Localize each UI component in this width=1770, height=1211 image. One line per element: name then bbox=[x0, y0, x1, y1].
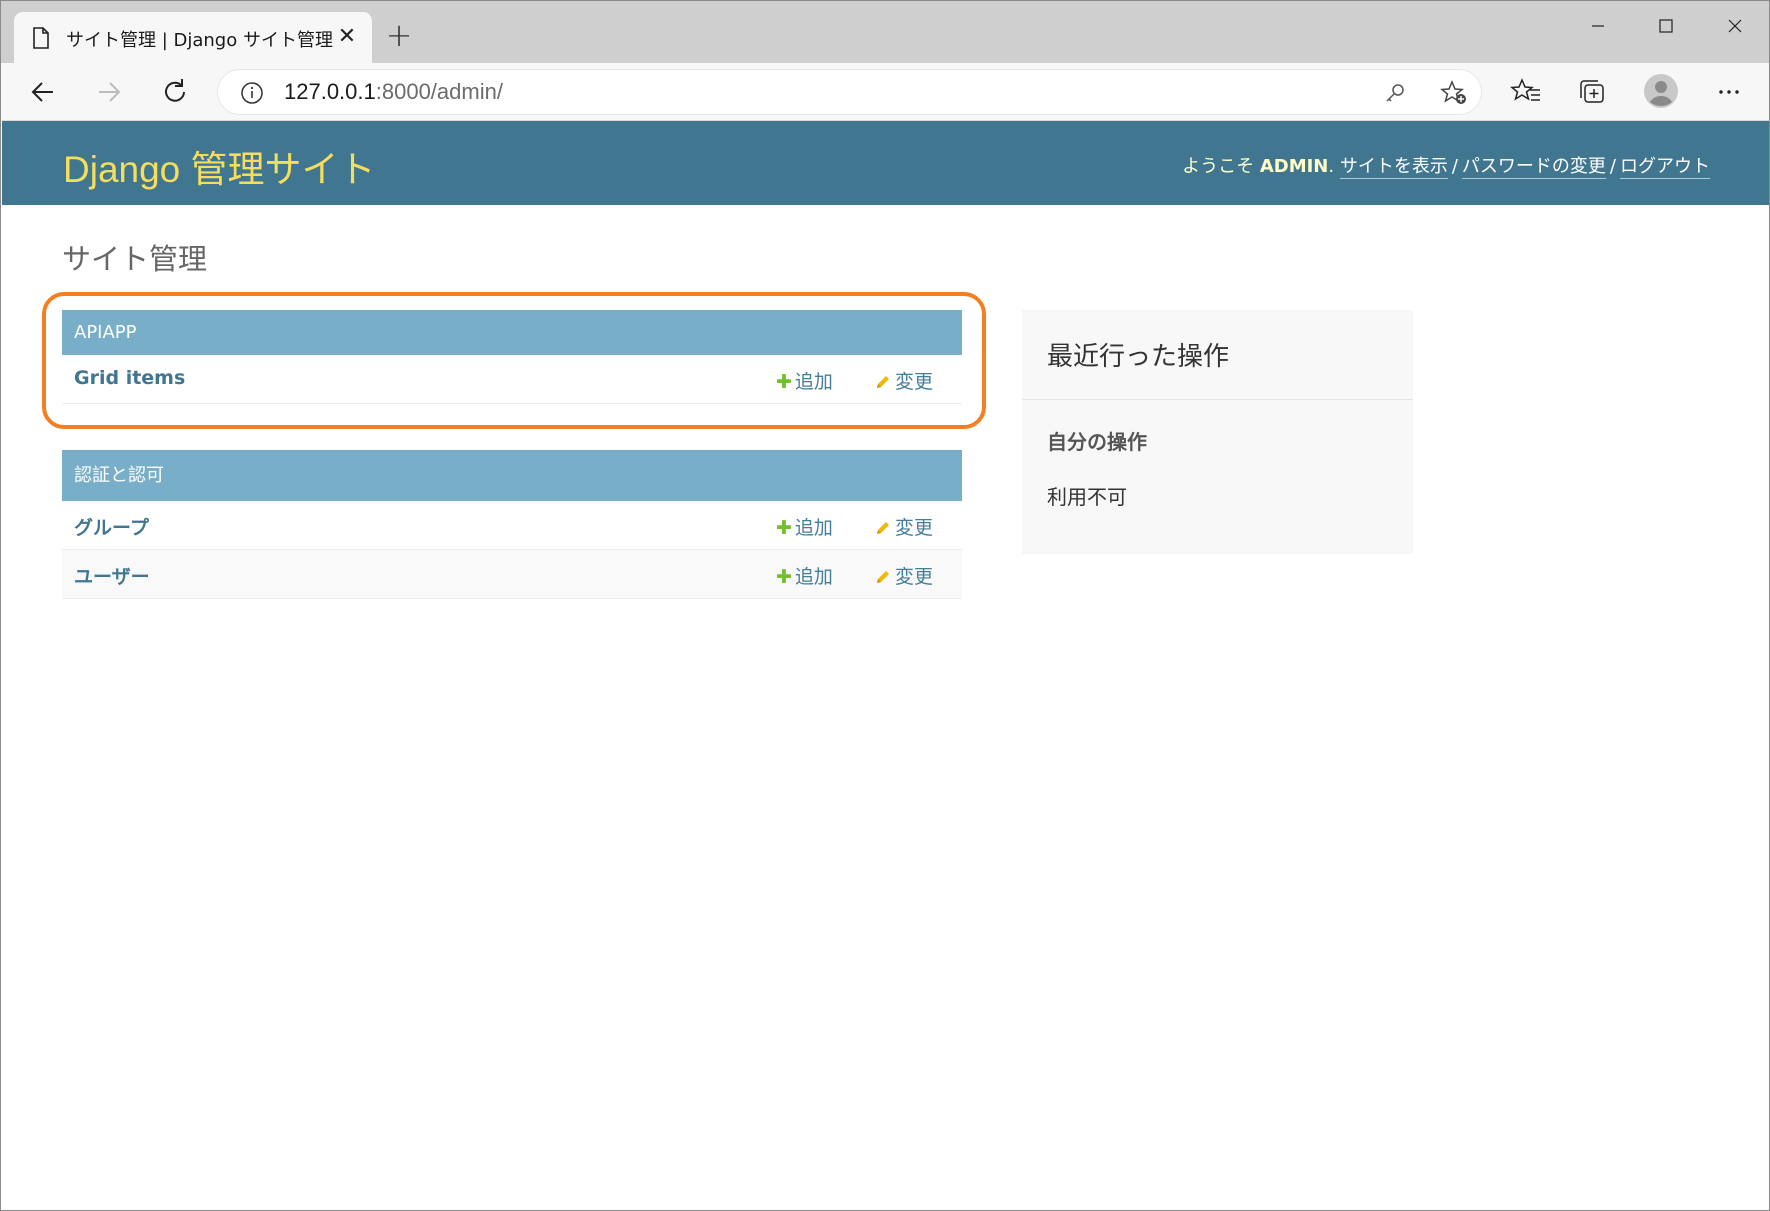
maximize-icon[interactable] bbox=[1643, 11, 1689, 41]
address-bar[interactable]: 127.0.0.1:8000/admin/ bbox=[217, 69, 1482, 115]
tab-title: サイト管理 | Django サイト管理 bbox=[66, 30, 333, 51]
key-icon[interactable] bbox=[1383, 81, 1407, 105]
my-actions-heading: 自分の操作 bbox=[1047, 430, 1147, 454]
document-icon bbox=[33, 27, 49, 49]
url-path: :8000/admin/ bbox=[375, 79, 503, 104]
change-label: 変更 bbox=[895, 517, 934, 539]
browser-toolbar: 127.0.0.1:8000/admin/ bbox=[1, 63, 1769, 121]
username: ADMIN bbox=[1259, 156, 1329, 177]
add-link[interactable]: ✚ 追加 bbox=[776, 562, 833, 589]
browser-window: サイト管理 | Django サイト管理 ✕ + 127.0.0.1:8000/… bbox=[0, 0, 1770, 1211]
plus-icon: ✚ bbox=[776, 566, 792, 588]
minimize-icon[interactable] bbox=[1575, 11, 1621, 41]
logout-link[interactable]: ログアウト bbox=[1620, 156, 1710, 179]
add-link[interactable]: ✚ 追加 bbox=[776, 513, 833, 540]
user-tools: ようこそ ADMIN. サイトを表示 / パスワードの変更 / ログアウト bbox=[1182, 152, 1710, 179]
divider bbox=[1022, 399, 1413, 400]
change-link[interactable]: 変更 bbox=[875, 562, 933, 589]
change-password-link[interactable]: パスワードの変更 bbox=[1461, 156, 1606, 179]
add-favorite-icon[interactable] bbox=[1440, 80, 1468, 106]
pencil-icon bbox=[877, 522, 889, 534]
separator: / bbox=[1451, 156, 1458, 177]
back-arrow-icon[interactable] bbox=[23, 72, 63, 112]
change-label: 変更 bbox=[895, 566, 934, 588]
app-module-auth: 認証と認可 グループ ✚ 追加 変更 ユーザー ✚ 追加 変更 bbox=[62, 450, 962, 599]
admin-header: Django 管理サイト ようこそ ADMIN. サイトを表示 / パスワードの変更… bbox=[2, 121, 1769, 205]
pencil-icon bbox=[877, 571, 889, 583]
change-link[interactable]: 変更 bbox=[875, 513, 933, 540]
window-close-icon[interactable] bbox=[1712, 11, 1758, 41]
view-site-link[interactable]: サイトを表示 bbox=[1339, 156, 1448, 179]
info-icon[interactable] bbox=[240, 81, 264, 105]
tab-close-icon[interactable]: ✕ bbox=[336, 26, 358, 48]
site-branding[interactable]: Django 管理サイト bbox=[63, 139, 376, 193]
no-actions-text: 利用不可 bbox=[1047, 485, 1127, 509]
profile-avatar-icon[interactable] bbox=[1643, 73, 1679, 109]
reload-icon[interactable] bbox=[155, 72, 195, 112]
new-tab-button[interactable]: + bbox=[384, 19, 414, 51]
add-label: 追加 bbox=[794, 517, 833, 539]
recent-actions-title: 最近行った操作 bbox=[1047, 342, 1230, 372]
collections-icon[interactable] bbox=[1576, 76, 1608, 108]
tab-strip: サイト管理 | Django サイト管理 ✕ + bbox=[1, 1, 1769, 63]
url-text[interactable]: 127.0.0.1:8000/admin/ bbox=[284, 79, 503, 105]
welcome-text: ようこそ bbox=[1182, 156, 1255, 177]
model-link[interactable]: ユーザー bbox=[74, 562, 150, 589]
more-menu-icon[interactable] bbox=[1713, 76, 1745, 108]
model-row: ユーザー ✚ 追加 変更 bbox=[62, 550, 962, 599]
page-title: サイト管理 bbox=[62, 242, 208, 276]
recent-actions-panel: 最近行った操作 自分の操作 利用不可 bbox=[1022, 310, 1413, 554]
module-caption[interactable]: 認証と認可 bbox=[62, 450, 962, 501]
model-row: グループ ✚ 追加 変更 bbox=[62, 501, 962, 550]
forward-arrow-icon[interactable] bbox=[89, 72, 129, 112]
tab-site-admin[interactable]: サイト管理 | Django サイト管理 ✕ bbox=[14, 12, 372, 63]
favorites-icon[interactable] bbox=[1510, 76, 1542, 108]
username-period: . bbox=[1328, 156, 1335, 177]
highlight-annotation bbox=[42, 292, 986, 429]
plus-icon: ✚ bbox=[776, 517, 792, 539]
separator: / bbox=[1609, 156, 1616, 177]
add-label: 追加 bbox=[794, 566, 833, 588]
url-host: 127.0.0.1 bbox=[284, 79, 376, 104]
model-link[interactable]: グループ bbox=[74, 513, 149, 540]
